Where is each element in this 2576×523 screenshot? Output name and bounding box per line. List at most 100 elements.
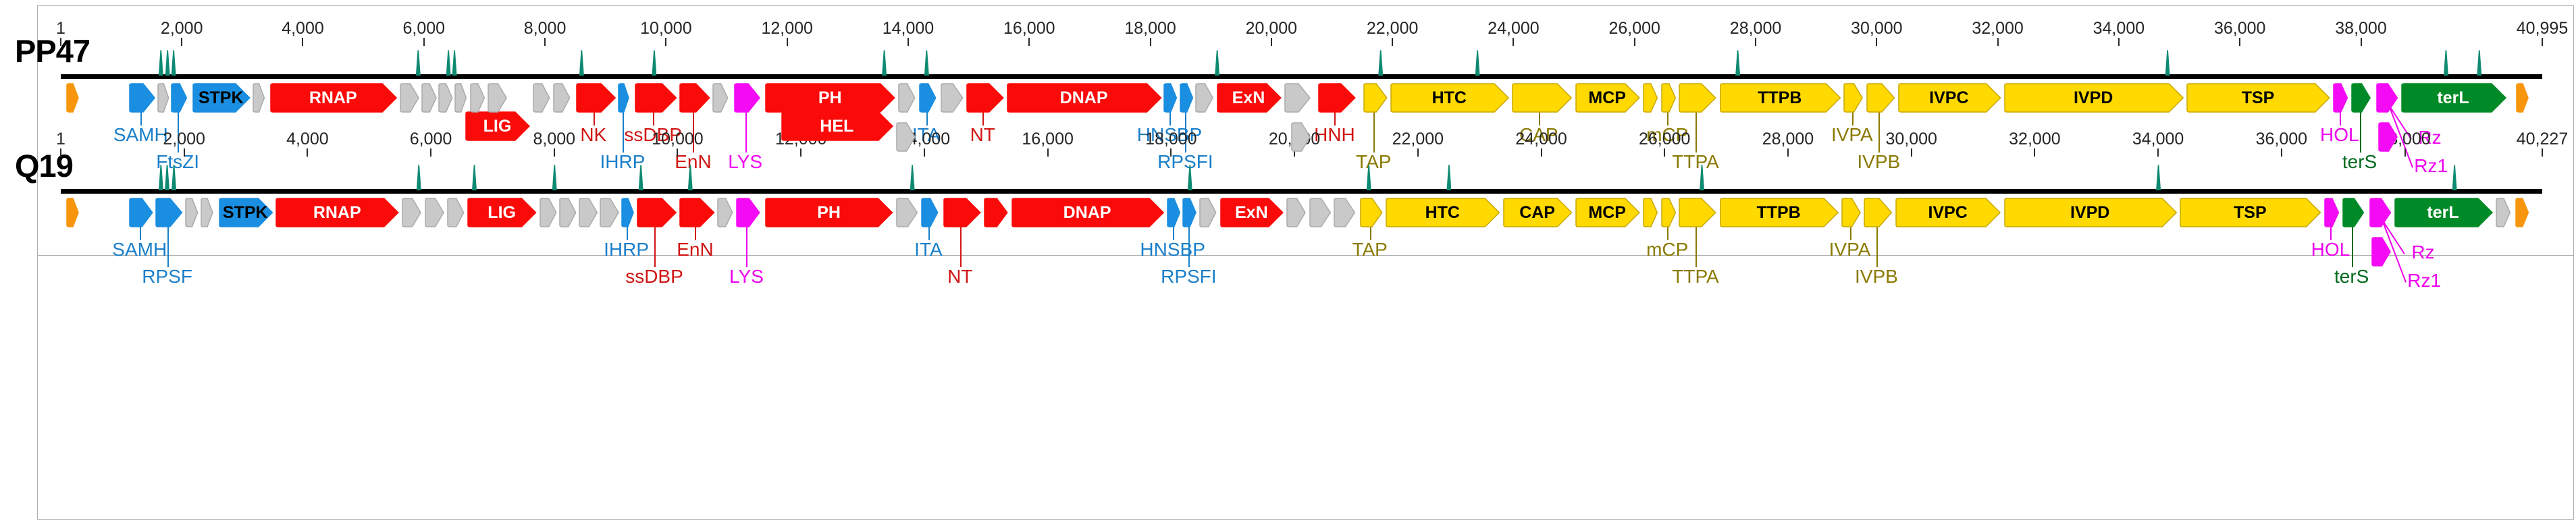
gene-arrow[interactable] (1678, 197, 1717, 228)
gene-arrow[interactable] (65, 197, 79, 228)
gene-arrow[interactable]: ExN (1216, 82, 1282, 113)
gene-arrow[interactable] (2323, 197, 2340, 228)
gene-arrow[interactable] (634, 82, 677, 113)
gene-arrow[interactable] (128, 82, 156, 113)
gene-arrow[interactable] (636, 197, 677, 228)
gene-arrow[interactable] (1199, 197, 1217, 228)
gene-arrow[interactable] (1182, 197, 1197, 228)
gene-arrow[interactable] (712, 82, 729, 113)
gene-arrow[interactable] (940, 82, 964, 113)
gene-arrow[interactable]: STPK (218, 197, 273, 228)
gene-arrow[interactable]: TTPB (1719, 197, 1839, 228)
gene-arrow[interactable] (2515, 82, 2529, 113)
gene-arrow[interactable] (1317, 82, 1356, 113)
gene-arrow[interactable] (1286, 197, 1307, 228)
gene-arrow[interactable]: IVPC (1895, 197, 2001, 228)
gene-arrow[interactable] (2369, 197, 2392, 228)
gene-arrow[interactable] (157, 82, 169, 113)
gene-arrow[interactable] (2332, 82, 2348, 113)
gene-arrow[interactable] (1179, 82, 1193, 113)
gene-arrow[interactable] (539, 197, 557, 228)
gene-arrow[interactable] (1363, 82, 1388, 113)
gene-arrow[interactable] (1511, 82, 1573, 113)
gene-arrow[interactable]: HTC (1385, 197, 1500, 228)
gene-arrow[interactable]: terL (2394, 197, 2493, 228)
gene-arrow[interactable] (469, 82, 485, 113)
gene-arrow[interactable]: ExN (1219, 197, 1284, 228)
gene-arrow[interactable] (617, 82, 629, 113)
gene-arrow[interactable] (1333, 197, 1356, 228)
gene-arrow[interactable] (558, 197, 577, 228)
gene-arrow[interactable] (128, 197, 153, 228)
gene-arrow[interactable] (920, 197, 939, 228)
gene-arrow[interactable]: HEL (781, 111, 893, 142)
gene-arrow[interactable]: MCP (1575, 197, 1640, 228)
gene-arrow[interactable] (733, 82, 760, 113)
gene-arrow[interactable]: IVPC (1897, 82, 2001, 113)
gene-arrow[interactable] (983, 197, 1009, 228)
gene-arrow[interactable] (170, 82, 187, 113)
gene-arrow[interactable] (1194, 82, 1214, 113)
gene-arrow[interactable] (735, 197, 760, 228)
gene-arrow[interactable] (487, 82, 508, 113)
gene-arrow[interactable]: DNAP (1011, 197, 1164, 228)
gene-arrow[interactable] (1660, 82, 1676, 113)
gene-arrow[interactable] (1660, 197, 1676, 228)
gene-arrow[interactable]: terL (2400, 82, 2506, 113)
gene-arrow[interactable] (552, 82, 571, 113)
gene-arrow[interactable] (454, 82, 467, 113)
gene-arrow[interactable] (895, 121, 916, 153)
gene-arrow[interactable]: PH (764, 197, 893, 228)
gene-arrow[interactable] (401, 197, 422, 228)
gene-arrow[interactable]: DNAP (1006, 82, 1162, 113)
gene-arrow[interactable]: STPK (192, 82, 251, 113)
gene-arrow[interactable] (1863, 197, 1893, 228)
gene-arrow[interactable] (1866, 82, 1895, 113)
gene-arrow[interactable]: TSP (2186, 82, 2330, 113)
gene-arrow[interactable] (446, 197, 465, 228)
gene-arrow[interactable]: TSP (2179, 197, 2321, 228)
gene-arrow[interactable]: RNAP (269, 82, 397, 113)
gene-arrow[interactable] (200, 197, 213, 228)
gene-arrow[interactable] (897, 82, 916, 113)
gene-arrow[interactable] (679, 82, 711, 113)
gene-arrow[interactable] (716, 197, 733, 228)
gene-arrow[interactable] (1359, 197, 1383, 228)
gene-arrow[interactable] (399, 82, 420, 113)
gene-arrow[interactable] (1841, 197, 1861, 228)
gene-arrow[interactable] (1309, 197, 1331, 228)
gene-arrow[interactable] (918, 82, 937, 113)
gene-arrow[interactable]: TTPB (1719, 82, 1841, 113)
gene-arrow[interactable] (252, 82, 265, 113)
gene-arrow[interactable] (1678, 82, 1717, 113)
gene-arrow[interactable] (2350, 82, 2371, 113)
gene-arrow[interactable] (679, 197, 715, 228)
gene-arrow[interactable] (184, 197, 199, 228)
gene-arrow[interactable] (2371, 236, 2392, 267)
gene-arrow[interactable] (2377, 121, 2398, 153)
gene-arrow[interactable] (2515, 197, 2529, 228)
gene-arrow[interactable] (895, 197, 918, 228)
gene-arrow[interactable] (1290, 121, 1311, 153)
gene-arrow[interactable] (599, 197, 620, 228)
gene-arrow[interactable] (65, 82, 79, 113)
gene-arrow[interactable] (1843, 82, 1864, 113)
gene-arrow[interactable] (1166, 197, 1181, 228)
gene-arrow[interactable] (943, 197, 982, 228)
gene-arrow[interactable] (1642, 197, 1658, 228)
gene-arrow[interactable] (1163, 82, 1178, 113)
gene-arrow[interactable] (1642, 82, 1658, 113)
gene-arrow[interactable] (2495, 197, 2511, 228)
gene-arrow[interactable] (1284, 82, 1311, 113)
gene-arrow[interactable]: CAP (1502, 197, 1573, 228)
gene-arrow[interactable]: IVPD (2003, 82, 2184, 113)
gene-arrow[interactable]: PH (764, 82, 896, 113)
gene-arrow[interactable] (2342, 197, 2364, 228)
gene-arrow[interactable] (438, 82, 453, 113)
gene-arrow[interactable] (575, 82, 616, 113)
gene-arrow[interactable] (155, 197, 183, 228)
gene-arrow[interactable]: LIG (467, 197, 537, 228)
gene-arrow[interactable] (532, 82, 550, 113)
gene-arrow[interactable]: IVPD (2003, 197, 2177, 228)
gene-arrow[interactable]: MCP (1575, 82, 1640, 113)
